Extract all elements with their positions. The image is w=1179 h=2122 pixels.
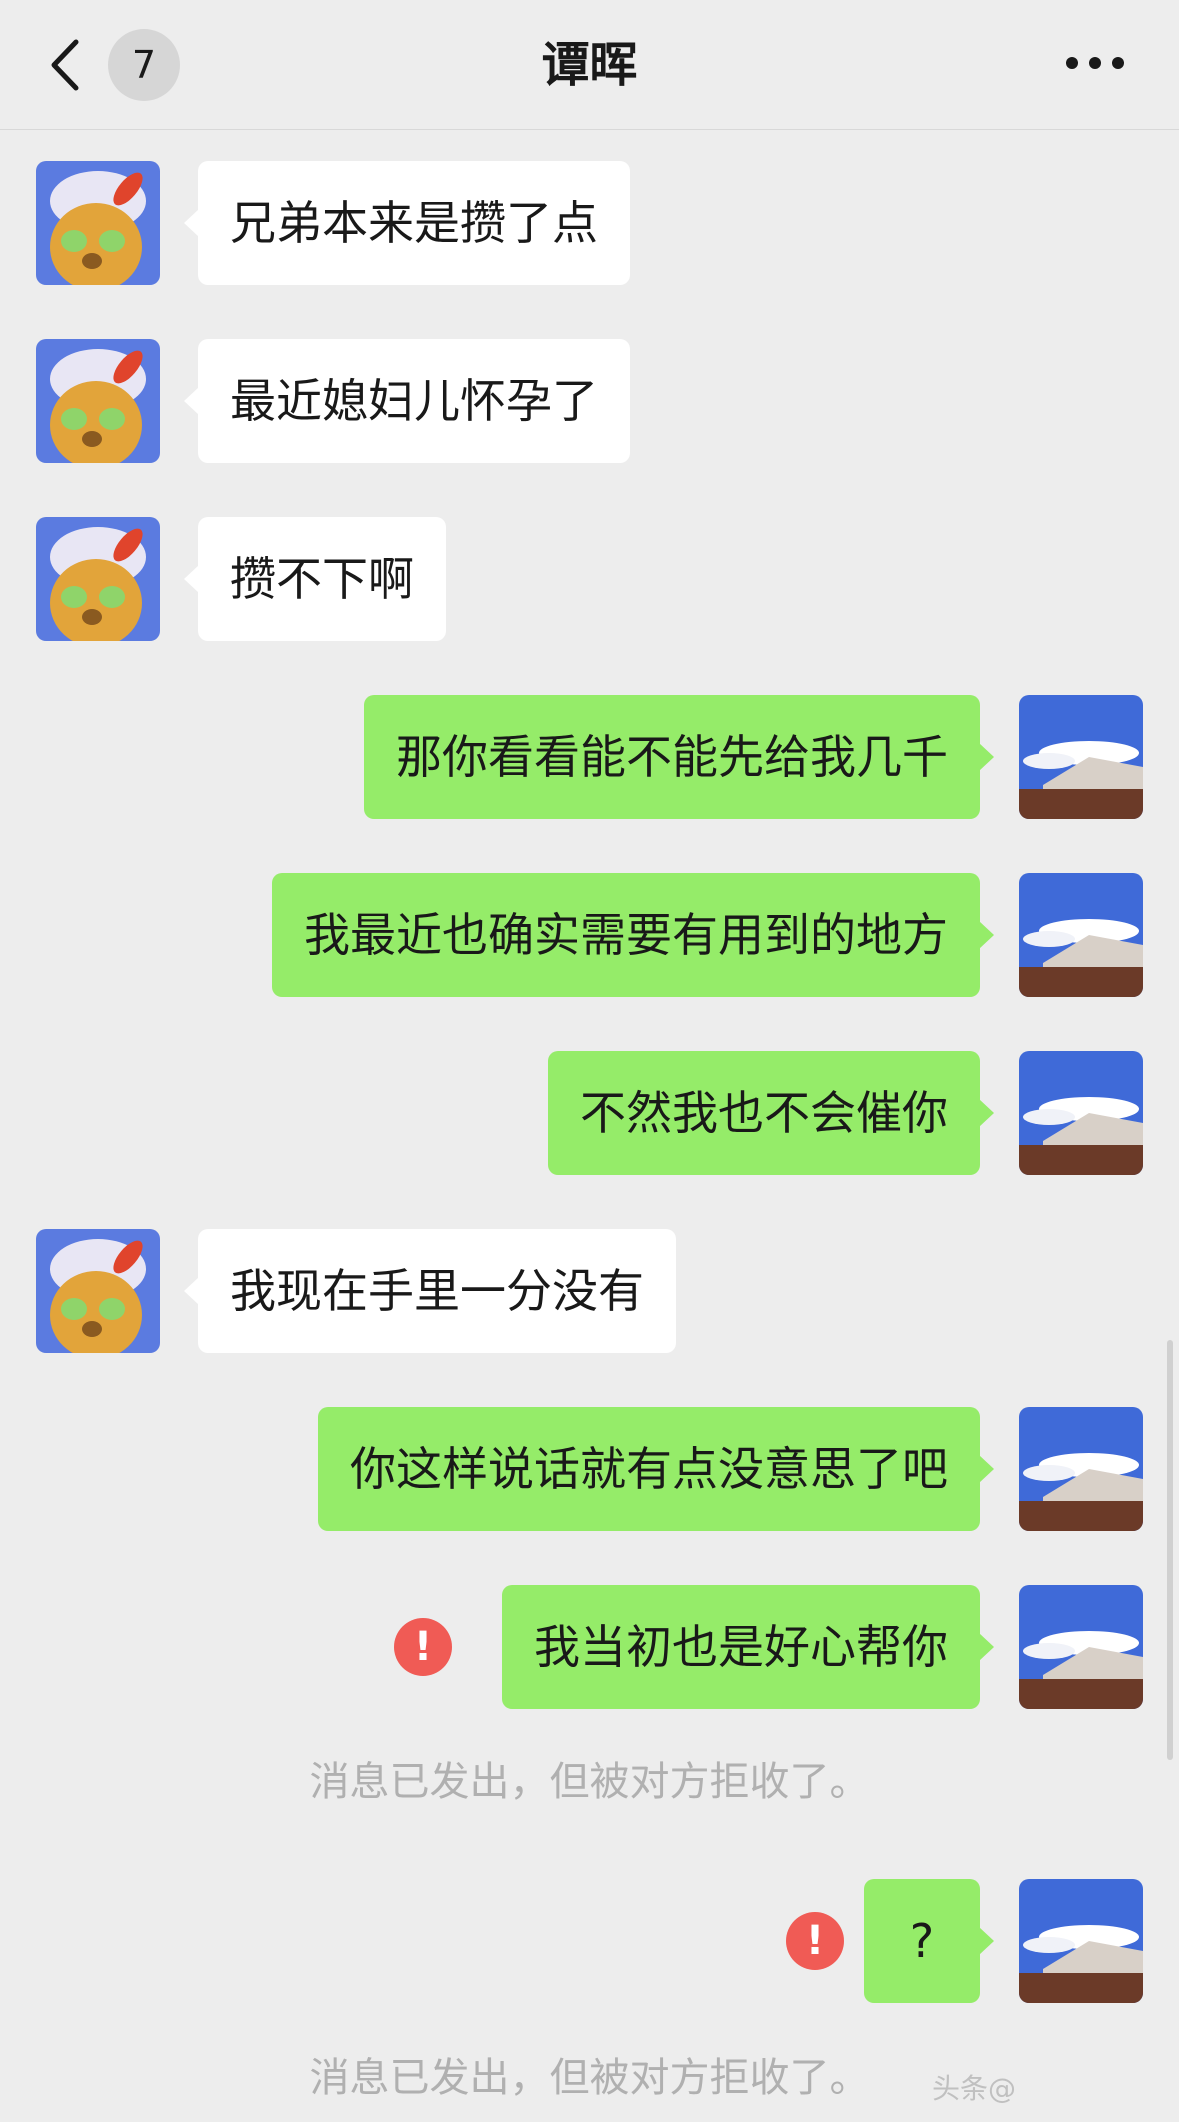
landscape-avatar-icon	[1019, 1879, 1143, 2003]
message-row: 我最近也确实需要有用到的地方	[0, 873, 1179, 997]
message-row: 那你看看能不能先给我几千	[0, 695, 1179, 819]
chat-title: 谭晖	[541, 37, 638, 93]
message-bubble-incoming[interactable]: 我现在手里一分没有	[184, 1229, 676, 1353]
my-avatar[interactable]	[1019, 1407, 1143, 1531]
message-bubble-outgoing[interactable]: 我当初也是好心帮你	[502, 1585, 994, 1709]
chat-screen: 7 谭晖 兄弟本来是攒了点 最近媳妇儿怀孕了 攒不下啊 那你看看能不能先给我几千…	[0, 0, 1179, 2122]
my-avatar[interactable]	[1019, 873, 1143, 997]
message-row: 攒不下啊	[36, 517, 656, 641]
teddy-bear-avatar-icon	[36, 339, 160, 463]
message-bubble-outgoing[interactable]: 那你看看能不能先给我几千	[364, 695, 994, 819]
message-bubble-incoming[interactable]: 兄弟本来是攒了点	[184, 161, 630, 285]
message-bubble-outgoing[interactable]: ?	[864, 1879, 994, 2003]
message-bubble-incoming[interactable]: 攒不下啊	[184, 517, 446, 641]
message-row: ! 我当初也是好心帮你	[0, 1585, 1179, 1709]
send-failed-icon[interactable]: !	[394, 1618, 452, 1676]
scrollbar[interactable]	[1167, 1340, 1173, 1760]
my-avatar[interactable]	[1019, 1051, 1143, 1175]
landscape-avatar-icon	[1019, 1051, 1143, 1175]
contact-avatar[interactable]	[36, 339, 160, 463]
message-bubble-outgoing[interactable]: 你这样说话就有点没意思了吧	[318, 1407, 994, 1531]
my-avatar[interactable]	[1019, 1585, 1143, 1709]
watermark: 头条@	[932, 2072, 1017, 2105]
message-bubble-incoming[interactable]: 最近媳妇儿怀孕了	[184, 339, 630, 463]
landscape-avatar-icon	[1019, 1585, 1143, 1709]
message-row: 最近媳妇儿怀孕了	[36, 339, 656, 463]
contact-avatar[interactable]	[36, 161, 160, 285]
contact-avatar[interactable]	[36, 1229, 160, 1353]
contact-avatar[interactable]	[36, 517, 160, 641]
my-avatar[interactable]	[1019, 1879, 1143, 2003]
teddy-bear-avatar-icon	[36, 161, 160, 285]
message-row: 不然我也不会催你	[0, 1051, 1179, 1175]
more-button[interactable]	[1066, 54, 1124, 74]
send-failed-icon[interactable]: !	[786, 1912, 844, 1970]
message-row: 我现在手里一分没有	[36, 1229, 736, 1353]
chat-header: 7 谭晖	[0, 0, 1179, 130]
system-notice: 消息已发出，但被对方拒收了。	[309, 1759, 870, 1805]
my-avatar[interactable]	[1019, 695, 1143, 819]
message-bubble-outgoing[interactable]: 我最近也确实需要有用到的地方	[272, 873, 994, 997]
landscape-avatar-icon	[1019, 873, 1143, 997]
message-row: 你这样说话就有点没意思了吧	[0, 1407, 1179, 1531]
message-row: ! ?	[0, 1879, 1179, 2003]
teddy-bear-avatar-icon	[36, 517, 160, 641]
more-dots-icon	[1066, 57, 1078, 69]
message-row: 兄弟本来是攒了点	[36, 161, 656, 285]
landscape-avatar-icon	[1019, 1407, 1143, 1531]
message-bubble-outgoing[interactable]: 不然我也不会催你	[548, 1051, 994, 1175]
teddy-bear-avatar-icon	[36, 1229, 160, 1353]
landscape-avatar-icon	[1019, 695, 1143, 819]
